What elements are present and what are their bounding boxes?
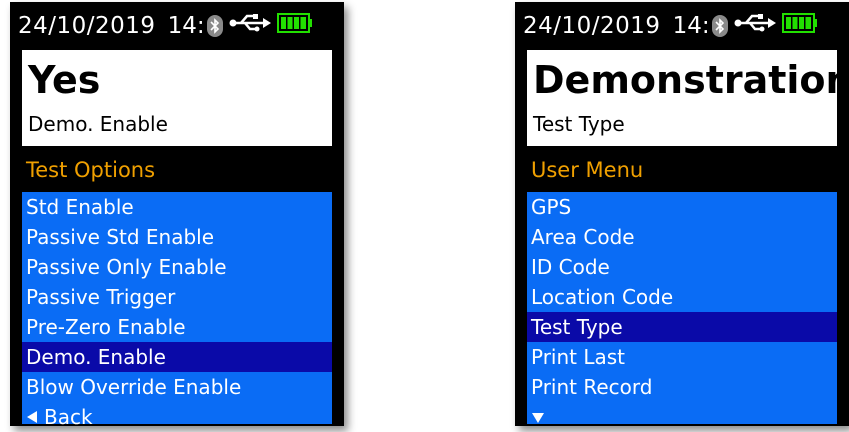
scroll-down-button[interactable]	[527, 402, 837, 426]
back-button[interactable]: Back	[22, 402, 332, 426]
status-time: 14:	[167, 13, 205, 39]
back-arrow-icon	[26, 402, 38, 426]
menu-item-demo-enable[interactable]: Demo. Enable	[22, 342, 332, 372]
menu-item-passive-std-enable[interactable]: Passive Std Enable	[22, 222, 332, 252]
status-time: 14:	[672, 13, 710, 39]
status-date: 24/10/2019	[523, 13, 661, 39]
current-value: Yes	[28, 58, 101, 102]
battery-icon	[276, 2, 313, 50]
menu-item-id-code[interactable]: ID Code	[527, 252, 837, 282]
status-bar: 24/10/2019 14:	[10, 2, 344, 50]
menu-item-test-type[interactable]: Test Type	[527, 312, 837, 342]
status-bar: 24/10/2019 14:	[515, 2, 849, 50]
status-date: 24/10/2019	[18, 13, 156, 39]
menu-item-location-code[interactable]: Location Code	[527, 282, 837, 312]
menu-list: Std Enable Passive Std Enable Passive On…	[22, 192, 332, 426]
menu-title: User Menu	[531, 158, 644, 182]
value-panel: Demonstration Test Type	[527, 50, 849, 146]
usb-icon	[229, 2, 273, 50]
usb-icon	[734, 2, 778, 50]
scroll-down-icon	[531, 402, 545, 426]
menu-item-passive-only-enable[interactable]: Passive Only Enable	[22, 252, 332, 282]
bluetooth-icon	[711, 15, 728, 37]
menu-title: Test Options	[26, 158, 156, 182]
setting-name: Demo. Enable	[28, 112, 168, 136]
battery-icon	[781, 2, 818, 50]
menu-item-std-enable[interactable]: Std Enable	[22, 192, 332, 222]
menu-item-area-code[interactable]: Area Code	[527, 222, 837, 252]
setting-name: Test Type	[533, 112, 625, 136]
menu-item-print-record[interactable]: Print Record	[527, 372, 837, 402]
menu-item-blow-override-enable[interactable]: Blow Override Enable	[22, 372, 332, 402]
back-label: Back	[44, 405, 93, 426]
menu-item-print-last[interactable]: Print Last	[527, 342, 837, 372]
menu-item-passive-trigger[interactable]: Passive Trigger	[22, 282, 332, 312]
menu-list: GPS Area Code ID Code Location Code Test…	[527, 192, 837, 424]
current-value: Demonstration	[533, 58, 849, 102]
menu-item-gps[interactable]: GPS	[527, 192, 837, 222]
bluetooth-icon	[206, 15, 223, 37]
value-panel: Yes Demo. Enable	[22, 50, 332, 146]
device-screen-test-options: 24/10/2019 14: Yes Demo. Enable Test Opt…	[10, 2, 344, 426]
device-screen-user-menu: 24/10/2019 14: Demonstration Test Type U…	[515, 2, 849, 426]
menu-item-pre-zero-enable[interactable]: Pre-Zero Enable	[22, 312, 332, 342]
